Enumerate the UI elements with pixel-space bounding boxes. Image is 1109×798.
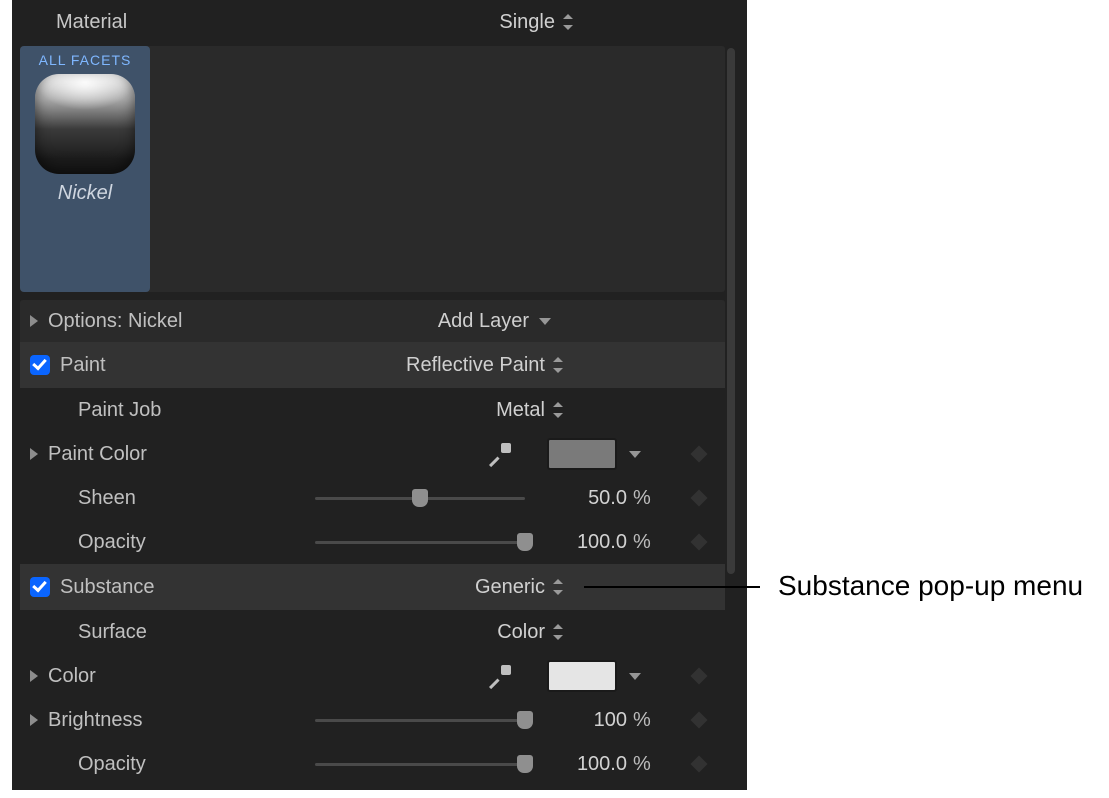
- popup-stepper-icon: [553, 623, 563, 641]
- brightness-slider[interactable]: [315, 711, 525, 729]
- facet-material-name: Nickel: [26, 182, 144, 205]
- options-row: Options: Nickel Add Layer: [20, 300, 725, 342]
- substance-type-value: Generic: [475, 576, 553, 599]
- substance-opacity-row: Opacity 100.0 %: [20, 742, 725, 786]
- popup-stepper-icon: [553, 578, 563, 596]
- facet-area: ALL FACETS Nickel: [20, 46, 725, 292]
- paint-title: Paint: [60, 354, 106, 377]
- paint-type-popup[interactable]: Reflective Paint: [406, 354, 563, 377]
- eyedropper-icon[interactable]: [489, 443, 511, 465]
- paint-type-value: Reflective Paint: [406, 354, 553, 377]
- material-mode-value: Single: [499, 11, 563, 34]
- surface-row: Surface Color: [20, 610, 725, 654]
- brightness-row: Brightness 100 %: [20, 698, 725, 742]
- substance-enable-checkbox[interactable]: [30, 577, 50, 597]
- callout-leader-line: [584, 586, 760, 588]
- brightness-label: Brightness: [48, 709, 143, 732]
- keyframe-diamond-icon[interactable]: [691, 756, 708, 773]
- substance-type-popup[interactable]: Generic: [475, 576, 563, 599]
- material-preview: [35, 74, 135, 174]
- popup-stepper-icon: [553, 401, 563, 419]
- color-swatch[interactable]: [547, 660, 617, 692]
- eyedropper-icon[interactable]: [489, 665, 511, 687]
- paint-opacity-slider[interactable]: [315, 533, 525, 551]
- disclosure-triangle-icon[interactable]: [30, 670, 38, 682]
- keyframe-diamond-icon[interactable]: [691, 712, 708, 729]
- paint-job-row: Paint Job Metal: [20, 388, 725, 432]
- keyframe-diamond-icon[interactable]: [691, 490, 708, 507]
- material-label: Material: [56, 11, 127, 34]
- keyframe-diamond-icon[interactable]: [691, 534, 708, 551]
- paint-opacity-label: Opacity: [78, 531, 146, 554]
- surface-value: Color: [497, 621, 553, 644]
- options-label: Options: Nickel: [48, 310, 183, 333]
- sheen-label: Sheen: [78, 487, 136, 510]
- substance-opacity-value[interactable]: 100.0: [555, 753, 633, 776]
- material-header-row: Material Single: [12, 0, 747, 44]
- facet-card[interactable]: ALL FACETS Nickel: [20, 46, 150, 292]
- chevron-down-icon[interactable]: [629, 673, 641, 680]
- chevron-down-icon: [539, 318, 551, 325]
- paint-enable-checkbox[interactable]: [30, 355, 50, 375]
- keyframe-diamond-icon[interactable]: [691, 446, 708, 463]
- sheen-slider[interactable]: [315, 489, 525, 507]
- substance-opacity-label: Opacity: [78, 753, 146, 776]
- brightness-unit: %: [633, 709, 657, 732]
- facet-tab-label: ALL FACETS: [26, 52, 144, 68]
- color-label: Color: [48, 665, 96, 688]
- sheen-value[interactable]: 50.0: [555, 487, 633, 510]
- add-layer-label: Add Layer: [438, 310, 529, 333]
- popup-stepper-icon: [553, 356, 563, 374]
- paint-section-header: Paint Reflective Paint: [20, 342, 725, 388]
- material-mode-popup[interactable]: Single: [499, 11, 573, 34]
- keyframe-diamond-icon[interactable]: [691, 668, 708, 685]
- paint-opacity-unit: %: [633, 531, 657, 554]
- disclosure-triangle-icon[interactable]: [30, 448, 38, 460]
- substance-opacity-unit: %: [633, 753, 657, 776]
- sheen-row: Sheen 50.0 %: [20, 476, 725, 520]
- paint-job-popup[interactable]: Metal: [496, 399, 563, 422]
- substance-title: Substance: [60, 576, 155, 599]
- color-row: Color: [20, 654, 725, 698]
- disclosure-triangle-icon[interactable]: [30, 714, 38, 726]
- callout-text: Substance pop-up menu: [778, 570, 1083, 602]
- paint-color-label: Paint Color: [48, 443, 147, 466]
- add-layer-popup[interactable]: Add Layer: [438, 310, 551, 333]
- paint-color-swatch[interactable]: [547, 438, 617, 470]
- disclosure-triangle-icon[interactable]: [30, 315, 38, 327]
- paint-color-row: Paint Color: [20, 432, 725, 476]
- paint-job-label: Paint Job: [78, 399, 161, 422]
- substance-opacity-slider[interactable]: [315, 755, 525, 773]
- sheen-unit: %: [633, 487, 657, 510]
- surface-label: Surface: [78, 621, 147, 644]
- popup-stepper-icon: [563, 13, 573, 31]
- brightness-value[interactable]: 100: [555, 709, 633, 732]
- surface-popup[interactable]: Color: [497, 621, 563, 644]
- inspector-panel: Material Single ALL FACETS Nickel Option…: [12, 0, 747, 790]
- paint-job-value: Metal: [496, 399, 553, 422]
- chevron-down-icon[interactable]: [629, 451, 641, 458]
- paint-opacity-value[interactable]: 100.0: [555, 531, 633, 554]
- scrollbar[interactable]: [727, 48, 735, 574]
- paint-opacity-row: Opacity 100.0 %: [20, 520, 725, 564]
